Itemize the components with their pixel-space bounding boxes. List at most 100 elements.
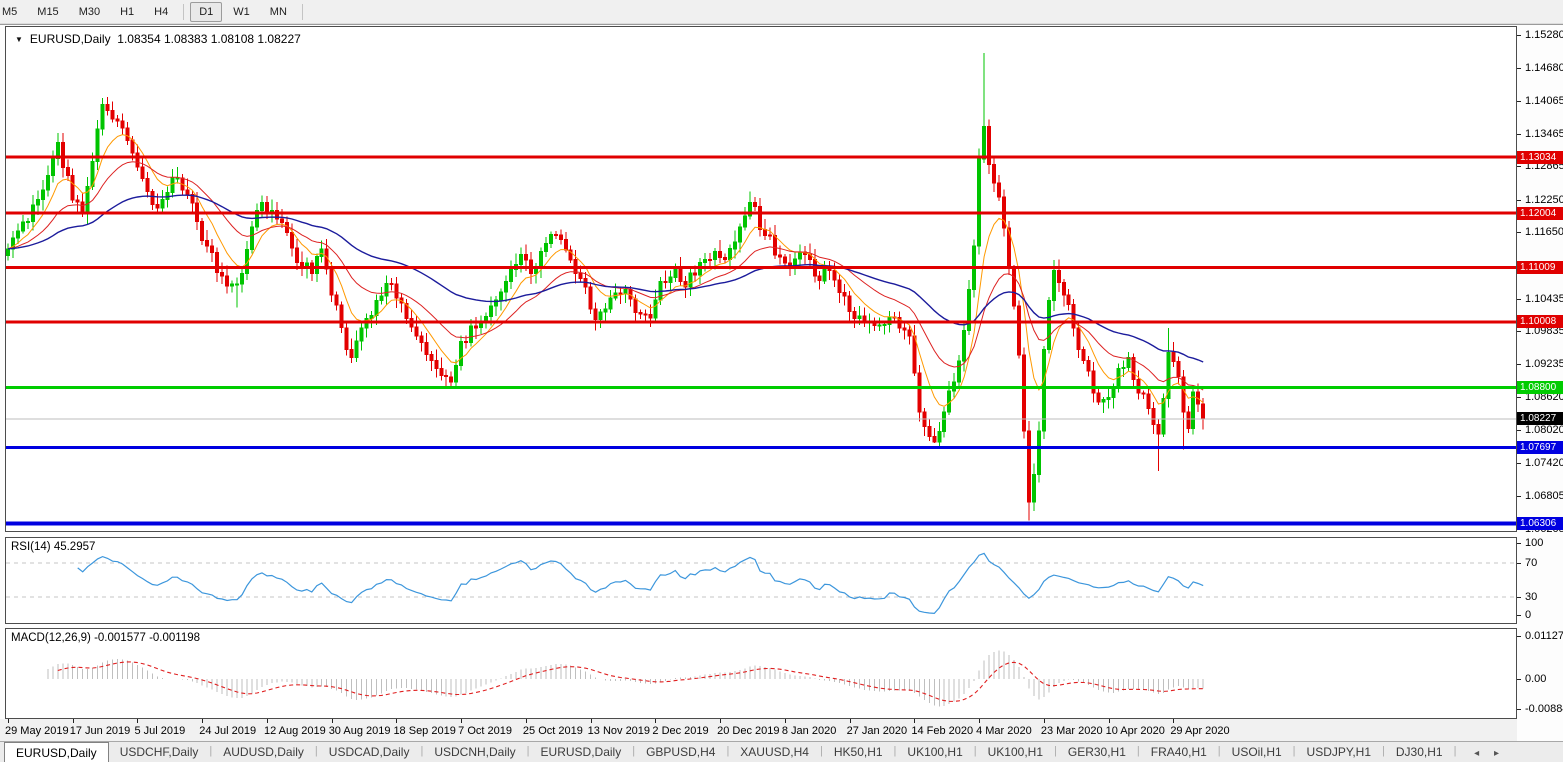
tab-audusd-daily[interactable]: AUDUSD,Daily (212, 742, 315, 762)
x-axis-label: 8 Jan 2020 (781, 725, 837, 737)
timeframe-button-mn[interactable]: MN (261, 2, 296, 22)
date-tick-mark (137, 719, 139, 723)
rsi-panel[interactable]: RSI(14) 45.2957 (5, 537, 1517, 624)
candlestick-chart-canvas[interactable] (6, 27, 1516, 531)
axis-tick-mark (1517, 133, 1521, 135)
date-tick-mark (1108, 719, 1110, 723)
main-chart-panel[interactable]: ▼ EURUSD,Daily 1.08354 1.08383 1.08108 1.… (5, 26, 1517, 532)
tab-uk100-h1[interactable]: UK100,H1 (977, 742, 1054, 762)
tab-dj30-h1[interactable]: DJ30,H1 (1385, 742, 1454, 762)
macd-axis-label: 0.00 (1525, 673, 1547, 685)
date-tick-mark (979, 719, 981, 723)
date-tick-mark (396, 719, 398, 723)
y-axis-label: 1.14680 (1525, 61, 1563, 74)
rsi-axis-label: 70 (1525, 557, 1538, 569)
macd-canvas[interactable] (6, 629, 1516, 718)
y-axis-label: 1.15280 (1525, 28, 1563, 41)
chart-ohlc-label: 1.08354 1.08383 1.08108 1.08227 (117, 32, 301, 46)
tab-scroll-left-icon[interactable]: ◂ (1474, 748, 1479, 759)
y-axis-label: 1.08020 (1525, 424, 1563, 437)
macd-axis-label: 0.011277 (1525, 630, 1563, 642)
date-tick-mark (8, 719, 9, 723)
date-tick-mark (1173, 719, 1175, 723)
tab-eurusd-daily[interactable]: EURUSD,Daily (4, 742, 109, 762)
axis-tick-mark (1517, 34, 1521, 36)
tab-ger30-h1[interactable]: GER30,H1 (1057, 742, 1137, 762)
x-axis-label: 10 Apr 2020 (1105, 725, 1165, 737)
tab-fra40-h1[interactable]: FRA40,H1 (1140, 742, 1218, 762)
y-axis-label: 1.11650 (1525, 226, 1563, 239)
timeframe-button-m5[interactable]: M5 (0, 2, 26, 22)
tab-hk50-h1[interactable]: HK50,H1 (823, 742, 894, 762)
axis-tick-mark (1517, 67, 1521, 69)
date-tick-mark (1043, 719, 1045, 723)
axis-tick-mark (1517, 636, 1521, 637)
tab-scroll-arrows: ◂ ▸ (1462, 748, 1499, 759)
x-axis-label: 12 Aug 2019 (263, 725, 326, 737)
y-axis-label: 1.13465 (1525, 127, 1563, 140)
tab-usdcad-daily[interactable]: USDCAD,Daily (318, 742, 421, 762)
timeframe-button-d1[interactable]: D1 (190, 1, 223, 22)
axis-tick-mark (1517, 397, 1521, 399)
macd-panel[interactable]: MACD(12,26,9) -0.001577 -0.001198 (5, 628, 1517, 719)
tab-gbpusd-h4[interactable]: GBPUSD,H4 (635, 742, 726, 762)
tab-usoil-h1[interactable]: USOil,H1 (1221, 742, 1293, 762)
date-tick-mark (72, 719, 74, 723)
rsi-canvas[interactable] (6, 538, 1516, 623)
tab-usdcnh-daily[interactable]: USDCNH,Daily (423, 742, 526, 762)
axis-tick-mark (1517, 462, 1521, 464)
price-axis[interactable]: 1.15280 1.14680 1.14065 1.13465 1.12865 1.122… (1517, 25, 1563, 719)
date-tick-mark (202, 719, 204, 723)
timeframe-toolbar: M5 M15 M30 H1 H4 D1 W1 MN (0, 0, 1563, 24)
terminal-window: M5 M15 M30 H1 H4 D1 W1 MN ▼ EURUSD,Daily 1.08354… (0, 0, 1563, 762)
axis-tick-mark (1517, 615, 1521, 616)
date-tick-mark (849, 719, 851, 723)
date-tick-mark (331, 719, 333, 723)
timeframe-button-h4[interactable]: H4 (145, 2, 177, 22)
tab-xauusd-h4[interactable]: XAUUSD,H4 (729, 742, 820, 762)
axis-tick-mark (1517, 430, 1521, 432)
timeframe-button-h1[interactable]: H1 (111, 2, 143, 22)
axis-tick-mark (1517, 563, 1521, 564)
timeframe-button-m15[interactable]: M15 (28, 2, 67, 22)
tab-usdjpy-h1[interactable]: USDJPY,H1 (1296, 742, 1382, 762)
y-axis-label: 1.06805 (1525, 490, 1563, 503)
axis-tick-mark (1517, 543, 1521, 544)
axis-tick-mark (1517, 709, 1521, 710)
x-axis-label: 30 Aug 2019 (328, 725, 391, 737)
toolbar-separator (301, 3, 303, 20)
rsi-label: RSI(14) 45.2957 (11, 541, 96, 553)
x-axis-label: 4 Mar 2020 (976, 725, 1032, 737)
axis-tick-mark (1517, 363, 1521, 365)
axis-tick-mark (1517, 298, 1521, 300)
axis-tick-mark (1517, 101, 1521, 103)
x-axis-label: 5 Jul 2019 (134, 725, 186, 737)
chart-dropdown-icon[interactable]: ▼ (15, 35, 23, 44)
x-axis-label: 23 Mar 2020 (1040, 725, 1103, 737)
level-price-tag: 1.12004 (1517, 206, 1563, 220)
y-axis-label: 1.14065 (1525, 95, 1563, 108)
tab-separator: | (1453, 745, 1457, 757)
date-axis[interactable]: 29 May 2019 17 Jun 2019 5 Jul 2019 24 Jul 2… (0, 719, 1517, 742)
tab-usdchf-daily[interactable]: USDCHF,Daily (109, 742, 210, 762)
date-tick-mark (720, 719, 722, 723)
tab-scroll-right-icon[interactable]: ▸ (1494, 748, 1499, 759)
tab-uk100-h1[interactable]: UK100,H1 (896, 742, 973, 762)
axis-tick-mark (1517, 679, 1521, 680)
tab-eurusd-daily[interactable]: EURUSD,Daily (530, 742, 633, 762)
date-tick-mark (590, 719, 592, 723)
x-axis-label: 14 Feb 2020 (911, 725, 974, 737)
chart-legend: ▼ EURUSD,Daily 1.08354 1.08383 1.08108 1.… (15, 32, 301, 46)
level-price-tag: 1.06306 (1517, 516, 1563, 530)
y-axis-label: 1.12250 (1525, 193, 1563, 206)
level-price-tag: 1.07697 (1517, 441, 1563, 455)
axis-tick-mark (1517, 331, 1521, 333)
y-axis-label: 1.10435 (1525, 292, 1563, 305)
timeframe-button-m30[interactable]: M30 (70, 2, 109, 22)
current-price-tag: 1.08227 (1517, 412, 1563, 426)
timeframe-button-w1[interactable]: W1 (224, 2, 259, 22)
date-tick-mark (784, 719, 786, 723)
x-axis-label: 17 Jun 2019 (69, 725, 131, 737)
x-axis-label: 27 Jan 2020 (846, 725, 908, 737)
date-tick-mark (461, 719, 463, 723)
